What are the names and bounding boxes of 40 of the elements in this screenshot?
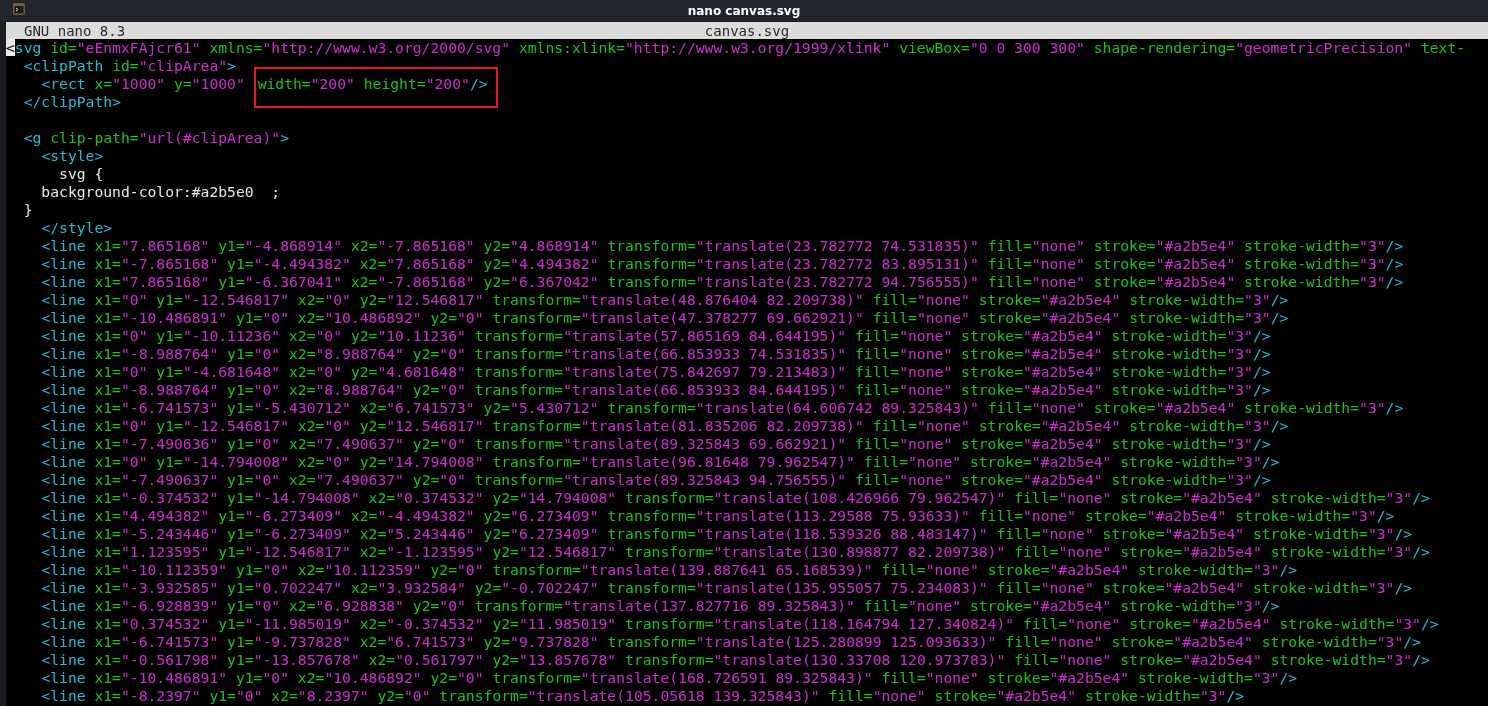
code-line: <line x1="-8.988764" y1="0" x2="8.988764" y2="0" transform="translate(66.853933 74.531835)" fill="none" stroke="#a2b5e4" stroke-width="3"/> [40, 345, 1271, 362]
code-line: <line x1="-6.928839" y1="0" x2="6.928838" y2="0" transform="translate(137.827716 89.325843)" fill="none" stroke="#a2b5e4" stroke-width="3"/> [40, 597, 1280, 614]
code-line: <line x1="4.494382" y1="-6.273409" x2="-4.494382" y2="6.273409" transform="translate(113.29588 75.93633)" fill="none" stroke="#a2b5e4" stroke-width="3"/> [40, 507, 1395, 524]
code-line: <line x1="-0.561798" y1="-13.857678" x2="0.561797" y2="13.857678" transform="translate(130.33708 120.973783)" fill="none" stroke="#a2b5e4" stroke-width="3"/> [40, 651, 1430, 668]
code-line: <line x1="-7.490637" y1="0" x2="7.490637" y2="0" transform="translate(89.325843 94.756555)" fill="none" stroke="#a2b5e4" stroke-width="3"/> [40, 471, 1271, 488]
code-line: <line x1="-10.486891" y1="0" x2="10.486892" y2="0" transform="translate(168.726591 89.325843)" fill="none" stroke="#a2b5e4" stroke-width="3"/> [40, 669, 1298, 686]
code-line: <line x1="0" y1="-14.794008" x2="0" y2="14.794008" transform="translate(96.81648 79.962547)" fill="none" stroke="#a2b5e4" stroke-width="3"/> [40, 453, 1280, 470]
code-line: <line x1="-8.2397" y1="0" x2="8.2397" y2="0" transform="translate(105.05618 139.325843)" fill="none" stroke="#a2b5e4" stroke-width="3"/> [40, 687, 1245, 704]
code-line: <line x1="-10.112359" y1="0" x2="10.112359" y2="0" transform="translate(139.887641 65.168539)" fill="none" stroke="#a2b5e4" stroke-width="3"/> [40, 561, 1298, 578]
code-line: <line x1="-0.374532" y1="-14.794008" x2="0.374532" y2="14.794008" transform="translate(108.426966 79.962547)" fill="none" stroke="#a2b5e4" stroke-width="3"/> [40, 489, 1430, 506]
code-line: <g clip-path="url(#clipArea)"> [22, 129, 289, 146]
code-line: <line x1="0" y1="-12.546817" x2="0" y2="12.546817" transform="translate(48.876404 82.209738)" fill="none" stroke="#a2b5e4" stroke-width="3"/> [40, 291, 1289, 308]
code-line: <line x1="1.123595" y1="-12.546817" x2="-1.123595" y2="12.546817" transform="translate(130.898877 82.209738)" fill="none" stroke="#a2b5e4" stroke-width="3"/> [40, 543, 1430, 560]
code-line: <clipPath id="clipArea"> [22, 57, 236, 74]
code-line: <line x1="7.865168" y1="-6.367041" x2="-7.865168" y2="6.367042" transform="translate(23.782772 94.756555)" fill="none" stroke="#a2b5e4" stroke-width="3"/> [40, 273, 1404, 290]
code-line: <rect x="1000" y="1000" [40, 75, 246, 92]
code-line: <line x1="-10.486891" y1="0" x2="10.486892" y2="0" transform="translate(47.378277 69.662921)" fill="none" stroke="#a2b5e4" stroke-width="3"/> [40, 309, 1289, 326]
file-name: canvas.svg [704, 22, 790, 40]
code-line: <line x1="-8.988764" y1="0" x2="8.988764" y2="0" transform="translate(66.853933 84.644195)" fill="none" stroke="#a2b5e4" stroke-width="3"/> [40, 381, 1271, 398]
code-line: </clipPath> [22, 93, 121, 110]
code-line: <style> [40, 147, 104, 164]
code-line: <line x1="-5.243446" y1="-6.273409" x2="5.243446" y2="6.273409" transform="translate(118.539326 88.483147)" fill="none" stroke="#a2b5e4" stroke-width="3"/> [40, 525, 1413, 542]
code-line: <line x1="0.374532" y1="-11.985019" x2="-0.374532" y2="11.985019" transform="translate(118.164794 127.340824)" fill="none" stroke="#a2b5e4" stroke-width="3"/> [40, 615, 1439, 632]
code-line: <line x1="-3.932585" y1="0.702247" x2="3.932584" y2="-0.702247" transform="translate(135.955057 75.234083)" fill="none" stroke="#a2b5e4" stroke-width="3"/> [40, 579, 1413, 596]
terminal-icon [12, 2, 26, 16]
program-version: GNU nano 8.3 [24, 22, 126, 40]
highlighted-code: width="200" height="200"/> [253, 67, 498, 108]
code-line: <line x1="0" y1="-12.546817" x2="0" y2="12.546817" transform="translate(81.835206 82.209738)" fill="none" stroke="#a2b5e4" stroke-width="3"/> [40, 417, 1289, 434]
code-line: <line x1="-7.490636" y1="0" x2="7.490637" y2="0" transform="translate(89.325843 69.662921)" fill="none" stroke="#a2b5e4" stroke-width="3"/> [40, 435, 1271, 452]
code-line: } [22, 201, 33, 218]
code-line: svg { [58, 165, 104, 182]
code-line: <line x1="-7.865168" y1="-4.494382" x2="7.865168" y2="4.494382" transform="translate(23.782772 83.895131)" fill="none" stroke="#a2b5e4" stroke-width="3"/> [40, 255, 1404, 272]
code-line: <line x1="0" y1="-4.681648" x2="0" y2="4.681648" transform="translate(75.842697 79.213483)" fill="none" stroke="#a2b5e4" stroke-width="3"/> [40, 363, 1271, 380]
code-line: <line x1="-6.741573" y1="-9.737828" x2="6.741573" y2="9.737828" transform="translate(125.280899 125.093633)" fill="none" stroke="#a2b5e4" stroke-width="3"/> [40, 633, 1421, 650]
code-line: </style> [40, 219, 113, 236]
code-line: <line x1="7.865168" y1="-4.868914" x2="-7.865168" y2="4.868914" transform="translate(23.782772 74.531835)" fill="none" stroke="#a2b5e4" stroke-width="3"/> [40, 237, 1404, 254]
code-line: <line x1="0" y1="-10.11236" x2="0" y2="10.11236" transform="translate(57.865169 84.644195)" fill="none" stroke="#a2b5e4" stroke-width="3"/> [40, 327, 1271, 344]
code-line: background-color:#a2b5e0 ; [40, 183, 281, 200]
code-line: <line x1="-6.741573" y1="-5.430712" x2="6.741573" y2="5.430712" transform="translate(64.606742 89.325843)" fill="none" stroke="#a2b5e4" stroke-width="3"/> [40, 399, 1404, 416]
window-title: nano canvas.svg [687, 2, 801, 20]
